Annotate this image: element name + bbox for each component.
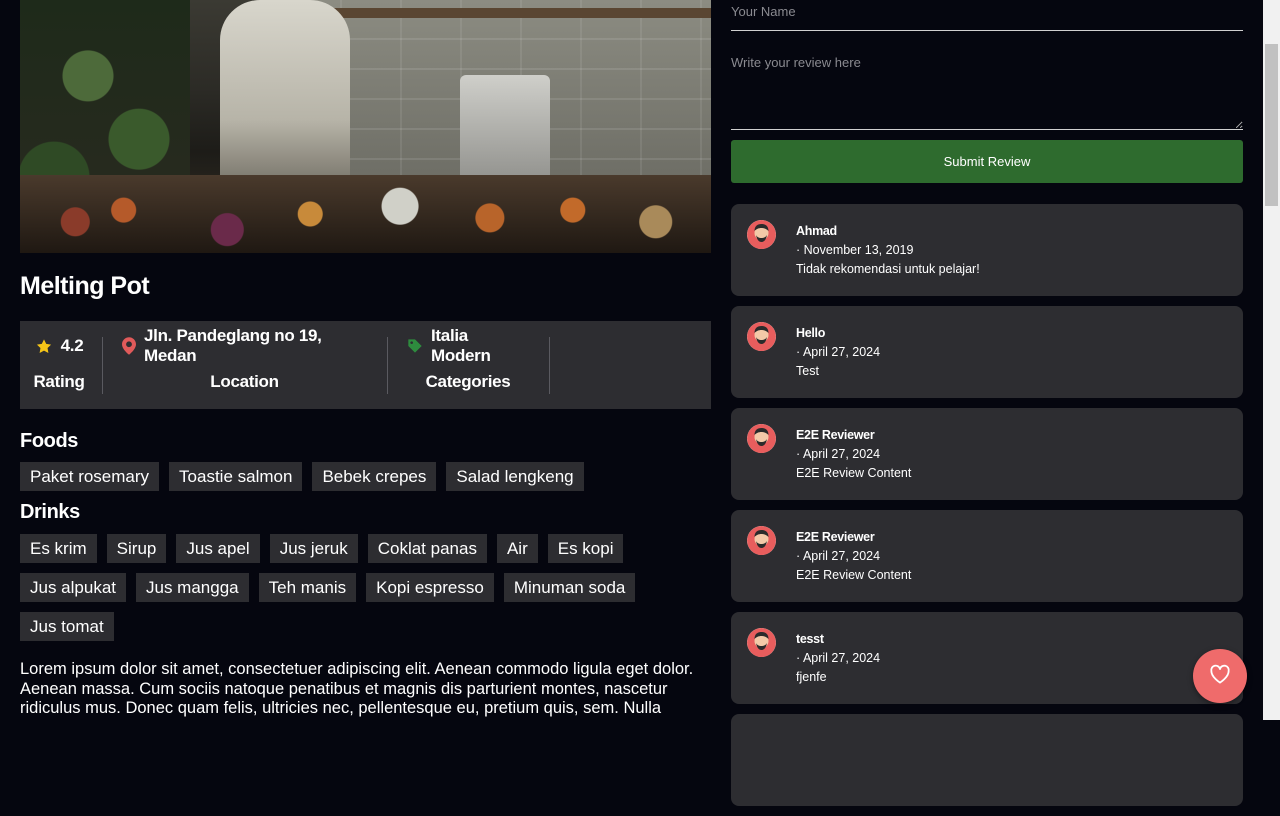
drink-tag: Minuman soda bbox=[503, 573, 636, 602]
review-card: E2E Reviewer · April 27, 2024 E2E Review… bbox=[731, 510, 1243, 602]
avatar-icon bbox=[747, 322, 776, 351]
food-tag: Toastie salmon bbox=[169, 462, 303, 491]
review-text: Test bbox=[796, 364, 819, 378]
review-textarea[interactable] bbox=[731, 55, 1243, 130]
heart-icon bbox=[1209, 664, 1231, 689]
review-text: E2E Review Content bbox=[796, 466, 912, 480]
review-card: Ahmad · November 13, 2019 Tidak rekomend… bbox=[731, 204, 1243, 296]
restaurant-detail: Melting Pot 4.2 Rating Jln. Pandeglang n… bbox=[20, 0, 711, 720]
category-value: Italia Modern bbox=[431, 326, 491, 365]
drink-tag: Es kopi bbox=[547, 534, 624, 563]
food-tag: Paket rosemary bbox=[20, 462, 160, 491]
review-card: Hello · April 27, 2024 Test bbox=[731, 306, 1243, 398]
location-info: Jln. Pandeglang no 19, Medan Location bbox=[122, 326, 367, 395]
restaurant-info-bar: 4.2 Rating Jln. Pandeglang no 19, Medan … bbox=[20, 321, 711, 409]
drink-tag: Sirup bbox=[106, 534, 167, 563]
foods-list: Paket rosemary Toastie salmon Bebek crep… bbox=[20, 462, 711, 501]
reviewer-name-input[interactable] bbox=[731, 0, 1243, 31]
drink-tag: Jus alpukat bbox=[20, 573, 126, 602]
drink-tag: Jus apel bbox=[176, 534, 260, 563]
drink-tag: Jus jeruk bbox=[269, 534, 358, 563]
category-info: Italia Modern Categories bbox=[407, 326, 529, 395]
drink-tag: Jus mangga bbox=[136, 573, 249, 602]
rating-value: 4.2 bbox=[60, 336, 84, 355]
review-date: · April 27, 2024 bbox=[796, 345, 881, 359]
drink-tag: Es krim bbox=[20, 534, 97, 563]
drink-tag: Kopi espresso bbox=[366, 573, 494, 602]
reviewer-name: tesst bbox=[796, 632, 824, 646]
avatar-icon bbox=[747, 526, 776, 555]
review-date: · November 13, 2019 bbox=[796, 243, 914, 257]
reviewer-name: Ahmad bbox=[796, 224, 837, 238]
star-icon bbox=[35, 338, 53, 355]
review-date: · April 27, 2024 bbox=[796, 651, 881, 665]
restaurant-image bbox=[20, 0, 711, 253]
avatar-icon bbox=[747, 424, 776, 453]
divider bbox=[387, 337, 388, 394]
food-tag: Salad lengkeng bbox=[446, 462, 584, 491]
categories-label: Categories bbox=[425, 372, 511, 391]
submit-review-button[interactable]: Submit Review bbox=[731, 140, 1243, 183]
food-tag: Bebek crepes bbox=[312, 462, 437, 491]
review-card bbox=[731, 714, 1243, 806]
rating-info: 4.2 Rating bbox=[33, 333, 85, 395]
drink-tag: Air bbox=[496, 534, 538, 563]
reviewer-name: E2E Reviewer bbox=[796, 530, 875, 544]
location-label: Location bbox=[210, 372, 279, 391]
review-card: tesst · April 27, 2024 fjenfe bbox=[731, 612, 1243, 704]
rating-label: Rating bbox=[33, 372, 85, 391]
reviewer-name: E2E Reviewer bbox=[796, 428, 875, 442]
review-text: Tidak rekomendasi untuk pelajar! bbox=[796, 262, 980, 276]
review-list: Ahmad · November 13, 2019 Tidak rekomend… bbox=[731, 204, 1243, 816]
favorite-button[interactable] bbox=[1193, 649, 1247, 703]
restaurant-name: Melting Pot bbox=[20, 272, 150, 300]
tag-icon bbox=[407, 338, 423, 354]
drinks-heading: Drinks bbox=[20, 501, 80, 523]
avatar-icon bbox=[747, 220, 776, 249]
review-card: E2E Reviewer · April 27, 2024 E2E Review… bbox=[731, 408, 1243, 500]
drink-tag: Jus tomat bbox=[20, 612, 114, 641]
review-text: E2E Review Content bbox=[796, 568, 912, 582]
drinks-list: Es krim Sirup Jus apel Jus jeruk Coklat … bbox=[20, 534, 711, 651]
map-pin-icon bbox=[122, 337, 136, 355]
review-date: · April 27, 2024 bbox=[796, 447, 881, 461]
divider bbox=[549, 337, 550, 394]
restaurant-description: Lorem ipsum dolor sit amet, consectetuer… bbox=[20, 660, 694, 717]
review-text: fjenfe bbox=[796, 670, 827, 684]
location-value: Jln. Pandeglang no 19, Medan bbox=[144, 326, 322, 365]
page-scrollbar-thumb[interactable] bbox=[1265, 44, 1278, 206]
drink-tag: Coklat panas bbox=[367, 534, 487, 563]
reviewer-name: Hello bbox=[796, 326, 826, 340]
reviews-panel: Submit Review Ahmad · November 13, 2019 … bbox=[731, 0, 1243, 806]
drink-tag: Teh manis bbox=[258, 573, 357, 602]
divider bbox=[102, 337, 103, 394]
review-date: · April 27, 2024 bbox=[796, 549, 881, 563]
foods-heading: Foods bbox=[20, 430, 78, 452]
avatar-icon bbox=[747, 628, 776, 657]
